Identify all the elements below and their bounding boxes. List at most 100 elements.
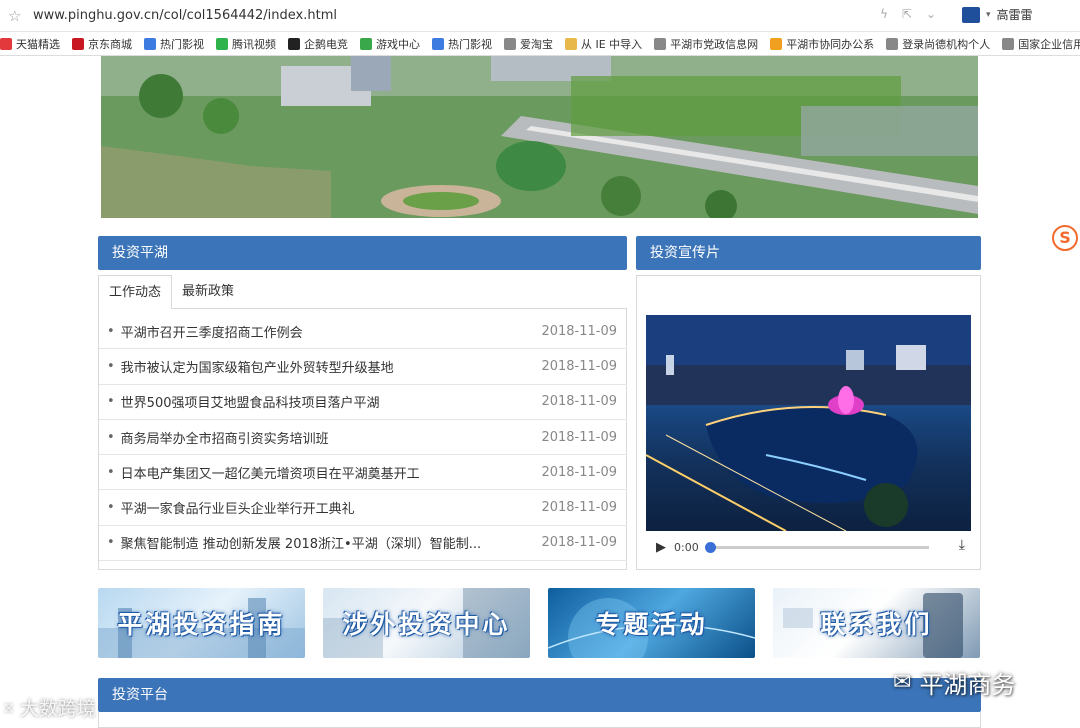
bookmark-item[interactable]: 平湖市党政信息网 [654, 36, 758, 52]
quick-link-special-events[interactable]: 专题活动 [548, 588, 755, 658]
quick-link-label: 联系我们 [820, 610, 933, 639]
globe-icon [886, 37, 899, 50]
bookmark-item[interactable]: 热门影视 [144, 36, 204, 52]
bullet-icon: • [107, 535, 115, 551]
bookmark-label: 登录尚德机构个人 [902, 37, 991, 51]
news-date: 2018-11-09 [541, 394, 617, 410]
news-title[interactable]: 平湖一家食品行业巨头企业举行开工典礼 [121, 498, 532, 517]
news-date: 2018-11-09 [541, 500, 617, 516]
news-title[interactable]: 我市被认定为国家级箱包产业外贸转型升级基地 [121, 357, 532, 376]
news-date: 2018-11-09 [541, 429, 617, 445]
globe-icon [504, 37, 516, 50]
video-player[interactable] [646, 315, 971, 531]
lightning-icon[interactable]: ϟ [880, 7, 888, 21]
share-icon[interactable]: ⇱ [902, 7, 912, 21]
news-title[interactable]: 日本电产集团又一超亿美元增资项目在平湖奠基开工 [121, 463, 532, 482]
watermark-logo-icon: ⧖ [4, 699, 14, 716]
paw-icon [144, 37, 156, 50]
play-icon [216, 37, 228, 50]
bookmark-item[interactable]: 热门影视 [432, 36, 492, 52]
bookmark-item[interactable]: 游戏中心 [360, 36, 420, 52]
bullet-icon: • [107, 464, 115, 480]
bookmark-item[interactable]: 企鹅电竞 [288, 36, 348, 52]
bullet-icon: • [107, 358, 115, 374]
avatar [962, 6, 980, 23]
penguin-icon [288, 37, 300, 50]
night-city-thumbnail [646, 315, 971, 531]
news-title[interactable]: 聚焦智能制造 推动创新发展 2018浙江•平湖（深圳）智能制... [121, 533, 532, 552]
video-progress-track[interactable] [704, 541, 929, 553]
quick-link-label: 平湖投资指南 [117, 610, 286, 639]
watermark-right-text: 平湖商务 [919, 671, 1016, 699]
bookmark-label: 天猫精选 [16, 37, 60, 51]
bookmark-label: 京东商城 [88, 37, 132, 51]
wechat-icon: ✉ [893, 670, 912, 695]
news-row[interactable]: • 平湖一家食品行业巨头企业举行开工典礼 2018-11-09 [99, 490, 627, 526]
watermark-left: ⧖ 大数跨境 [4, 694, 96, 721]
sogou-logo-icon[interactable]: S [1052, 225, 1078, 251]
url-field[interactable]: www.pinghu.gov.cn/col/col1564442/index.h… [33, 8, 337, 23]
news-row[interactable]: • 我市被认定为国家级箱包产业外贸转型升级基地 2018-11-09 [99, 349, 627, 385]
bullet-icon: • [107, 500, 115, 516]
quick-link-foreign-investment[interactable]: 涉外投资中心 [323, 588, 530, 658]
news-title[interactable]: 平湖市召开三季度招商工作例会 [121, 322, 532, 341]
watermark-right: ✉ 平湖商务 [893, 665, 1015, 700]
news-row[interactable]: • 平湖市召开三季度招商工作例会 2018-11-09 [99, 314, 627, 350]
bookmark-label: 游戏中心 [376, 37, 420, 51]
platform-panel [98, 712, 981, 728]
banner-image [101, 56, 978, 218]
bookmark-label: 热门影视 [160, 37, 204, 51]
tmall-icon [0, 37, 12, 50]
bookmark-item[interactable]: 腾讯视频 [216, 36, 276, 52]
address-tools: ϟ ⇱ ⌄ [880, 7, 936, 21]
video-time: 0:00 [674, 540, 699, 554]
tab-work-news[interactable]: 工作动态 [98, 275, 173, 309]
user-menu-chevron-icon: ▾ [986, 9, 991, 20]
bookmark-item[interactable]: 从 IE 中导入 [565, 36, 642, 52]
bookmark-label: 热门影视 [448, 37, 492, 51]
bookmark-item[interactable]: 天猫精选 [0, 36, 60, 52]
bookmark-label: 爱淘宝 [520, 37, 553, 51]
bookmarks-bar: 天猫精选 京东商城 热门影视 腾讯视频 企鹅电竞 游戏中心 热门影视 爱淘宝 从 IE 中导入 平… [0, 32, 1080, 56]
video-section-header: 投资宣传片 [636, 236, 981, 270]
globe-icon [1002, 37, 1015, 50]
bookmark-item[interactable]: 平湖市协同办公系 [770, 36, 874, 52]
bookmark-item[interactable]: 国家企业信用 [1002, 36, 1080, 52]
paw-icon [432, 37, 444, 50]
news-list: • 平湖市召开三季度招商工作例会 2018-11-09 • 我市被认定为国家级箱包产业外… [99, 314, 627, 562]
bookmark-item[interactable]: 登录尚德机构个人 [886, 36, 990, 52]
jd-icon [72, 37, 84, 50]
news-row[interactable]: • 聚焦智能制造 推动创新发展 2018浙江•平湖（深圳）智能制... 2018-1… [99, 526, 627, 562]
news-row[interactable]: • 世界500强项目艾地盟食品科技项目落户平湖 2018-11-09 [99, 385, 627, 420]
chevron-down-icon[interactable]: ⌄ [926, 7, 936, 21]
news-title[interactable]: 世界500强项目艾地盟食品科技项目落户平湖 [121, 392, 532, 411]
video-controls: ▶ 0:00 ⤓ [646, 535, 971, 559]
video-progress-knob[interactable] [704, 541, 716, 553]
aerial-city-photo [101, 56, 978, 218]
tab-latest-policy[interactable]: 最新政策 [172, 275, 244, 309]
news-title[interactable]: 商务局举办全市招商引资实务培训班 [121, 428, 532, 447]
watermark-left-text: 大数跨境 [19, 698, 96, 720]
quick-link-invest-guide[interactable]: 平湖投资指南 [98, 588, 305, 658]
news-row[interactable]: • 商务局举办全市招商引资实务培训班 2018-11-09 [99, 420, 627, 456]
news-date: 2018-11-09 [541, 323, 617, 339]
bookmark-label: 腾讯视频 [232, 37, 276, 51]
bookmark-star-icon[interactable]: ☆ [8, 7, 21, 25]
play-icon[interactable]: ▶ [656, 540, 666, 555]
news-tabs: 工作动态 最新政策 [98, 275, 244, 309]
bookmark-item[interactable]: 京东商城 [72, 36, 132, 52]
download-icon[interactable]: ⤓ [959, 537, 965, 553]
invest-section-header: 投资平湖 [98, 236, 627, 270]
bookmark-label: 国家企业信用 [1018, 37, 1080, 51]
news-row[interactable]: • 日本电产集团又一超亿美元增资项目在平湖奠基开工 2018-11-09 [99, 455, 627, 491]
folder-icon [565, 37, 577, 50]
quick-link-contact-us[interactable]: 联系我们 [773, 588, 980, 658]
globe-icon [654, 37, 667, 50]
bullet-icon: • [107, 429, 115, 445]
platform-section-header: 投资平台 [98, 678, 981, 712]
quick-link-label: 涉外投资中心 [342, 610, 511, 639]
bookmark-item[interactable]: 爱淘宝 [504, 36, 553, 52]
bookmark-label: 企鹅电竞 [304, 37, 348, 51]
user-menu[interactable]: ▾ 高雷雷 [962, 6, 1033, 23]
bullet-icon: • [107, 394, 115, 410]
